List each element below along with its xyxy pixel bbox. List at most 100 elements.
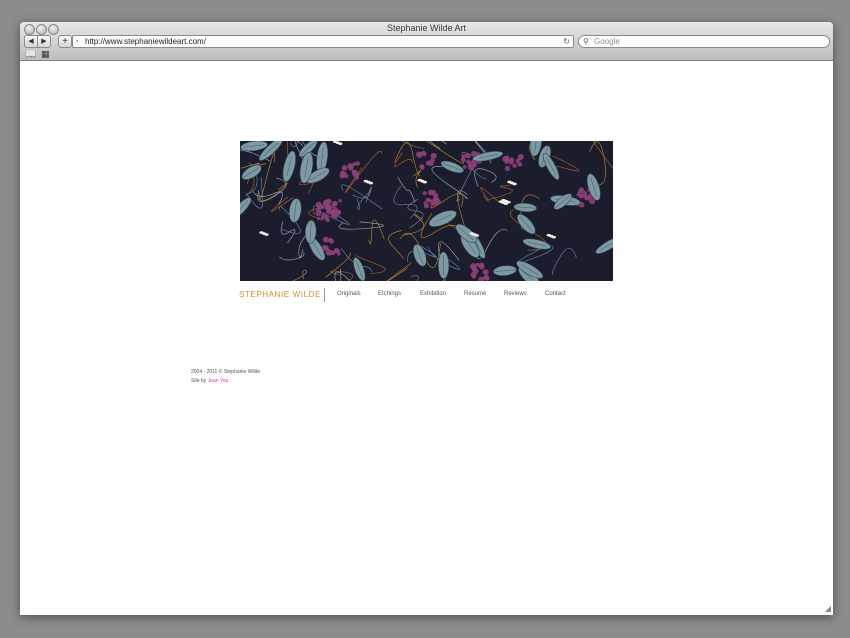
flower-dot (328, 238, 335, 244)
flower-dot (354, 171, 360, 177)
blossom-petal (368, 181, 374, 185)
search-field[interactable]: ⚲ Google (578, 35, 830, 48)
vine-stroke (397, 176, 416, 203)
leaf (240, 197, 252, 220)
vine-stroke (474, 168, 497, 187)
leaf (522, 238, 552, 250)
flower-dot (325, 217, 331, 223)
nav-originals[interactable]: Originals (337, 291, 361, 297)
nav-contact[interactable]: Contact (545, 291, 566, 297)
leaf (440, 160, 464, 174)
leaf (282, 150, 296, 182)
leaf (428, 210, 457, 227)
flower-dot (462, 164, 467, 169)
flower-dot (315, 201, 322, 208)
leaf-shape (595, 237, 613, 254)
flower-dot (475, 262, 480, 267)
leaf (516, 213, 536, 235)
flower-dot (464, 152, 470, 158)
vine-stroke (592, 141, 613, 169)
site-footer: 2004 - 2011 © Stephanie Wilde Site by Je… (191, 368, 260, 386)
vine-stroke (403, 214, 425, 236)
blossom-petal (422, 180, 427, 184)
flower-dot (431, 153, 437, 159)
flower-dot (482, 269, 489, 276)
leaf (438, 251, 450, 279)
flower-dot (460, 157, 466, 163)
vine-stroke (338, 221, 384, 230)
vine-stroke (401, 141, 425, 149)
flower-dot (432, 192, 439, 199)
nav-exhibition[interactable]: Exhibition (420, 291, 446, 297)
vine-stroke (393, 152, 413, 167)
vine-stroke (552, 247, 577, 275)
flower-dot (422, 191, 427, 196)
nav-reviews[interactable]: Reviews (504, 291, 527, 297)
leaf (472, 151, 504, 162)
flower-dot (427, 189, 434, 196)
vine-stroke (279, 252, 305, 261)
vine-stroke (334, 268, 351, 281)
site-favicon-icon: ▪ (76, 38, 79, 45)
flower-dot (325, 204, 333, 211)
plus-icon: + (62, 36, 68, 47)
blossom-petal (506, 200, 511, 204)
forward-button[interactable]: ▶ (37, 35, 51, 48)
blossom-petal (512, 182, 517, 186)
flower-dot (341, 165, 348, 171)
copyright-text: 2004 - 2011 © Stephanie Wilde (191, 369, 261, 375)
blossom-petal (551, 235, 557, 239)
site-brand[interactable]: STEPHANIE WILDE (239, 290, 321, 299)
flower-dot (585, 196, 590, 201)
nav-resume[interactable]: Resumé (464, 291, 486, 297)
resize-grip-icon[interactable]: ◢ (825, 604, 831, 613)
vine-stroke (410, 275, 420, 281)
forward-arrow-icon: ▶ (41, 38, 47, 45)
flower-dot (508, 159, 514, 165)
blossom-petal (264, 233, 269, 236)
add-bookmark-button[interactable]: + (58, 35, 72, 48)
flower-dot (347, 164, 354, 171)
vine-stroke (480, 187, 499, 203)
search-placeholder: Google (594, 37, 620, 46)
flower-dot (466, 159, 471, 164)
address-bar[interactable]: ▪ http://www.stephaniewildeart.com/ ↻ (72, 35, 574, 48)
address-text[interactable]: http://www.stephaniewildeart.com/ (85, 36, 206, 47)
back-button[interactable]: ◀ (24, 35, 38, 48)
flower-dot (344, 174, 349, 179)
vine-stroke (393, 185, 418, 219)
vine-stroke (388, 230, 404, 259)
flower-dot (421, 150, 426, 155)
flower-dot (483, 274, 490, 281)
leaf (412, 244, 427, 267)
nav-divider (324, 288, 325, 302)
vine-stroke (386, 262, 412, 281)
flower-dot (582, 190, 588, 196)
leaf (288, 198, 302, 223)
credit-link[interactable]: Jean You (208, 378, 229, 384)
leaf-shape (240, 197, 252, 220)
top-sites-icon[interactable]: ▦ (41, 49, 50, 60)
flower-dot (322, 236, 329, 243)
nav-etchings[interactable]: Etchings (378, 291, 401, 297)
vine-stroke (280, 221, 296, 244)
vine-stroke (407, 198, 424, 229)
flower-dot (478, 276, 485, 281)
bookmarks-icon[interactable]: 📖 (25, 49, 36, 60)
artwork-banner (240, 141, 613, 281)
reload-icon[interactable]: ↻ (563, 36, 570, 47)
flower-dot (423, 201, 427, 205)
flower-dot (478, 263, 485, 270)
flower-dot (316, 216, 321, 221)
flower-dot (331, 202, 337, 207)
flower-dot (426, 198, 431, 202)
flower-dot (512, 163, 517, 168)
flower-dot (518, 156, 522, 161)
artwork-pattern (240, 141, 613, 281)
blossom-petal (338, 142, 343, 145)
back-arrow-icon: ◀ (28, 38, 34, 45)
flower-dot (578, 193, 583, 198)
page-content: STEPHANIE WILDE Originals Etchings Exhib… (20, 61, 833, 615)
flower-dot (504, 165, 511, 172)
blossom-petal (474, 234, 480, 237)
